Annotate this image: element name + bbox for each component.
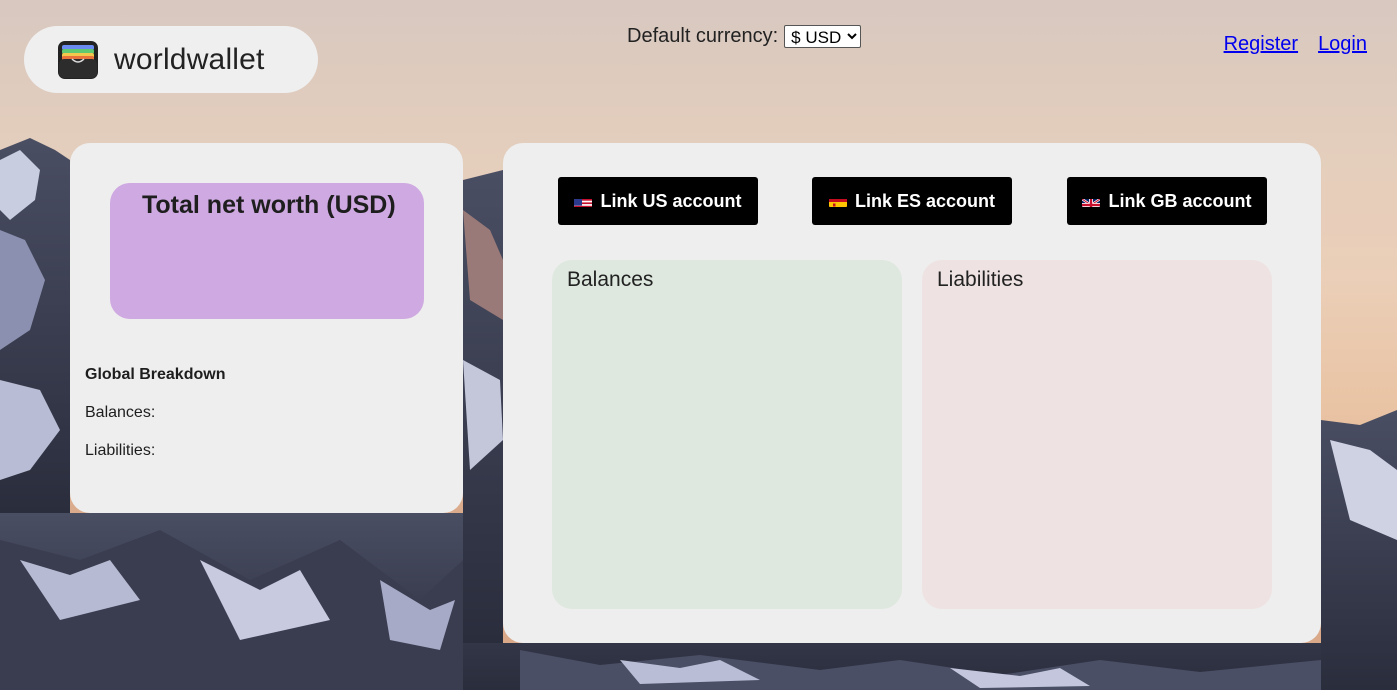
login-link[interactable]: Login	[1318, 33, 1367, 56]
breakdown-heading: Global Breakdown	[85, 366, 226, 383]
summary-card: Total net worth (USD) Global Breakdown B…	[70, 143, 463, 513]
liabilities-title: Liabilities	[937, 268, 1024, 291]
link-gb-account-label: Link GB account	[1108, 190, 1252, 211]
currency-label: Default currency:	[627, 25, 779, 47]
net-worth-title: Total net worth (USD)	[142, 191, 396, 219]
link-es-account-label: Link ES account	[854, 190, 996, 211]
wallet-icon	[58, 40, 98, 79]
link-us-account-label: Link US account	[600, 190, 742, 211]
link-us-account-button[interactable]: Link US account	[558, 177, 758, 225]
breakdown-liabilities: Liabilities:	[85, 442, 156, 459]
liabilities-panel: Liabilities	[922, 260, 1272, 609]
breakdown-balances: Balances:	[85, 404, 156, 421]
brand-name: worldwallet	[114, 42, 265, 76]
currency-selector-group: Default currency: $ USD	[627, 25, 862, 48]
es-flag-icon	[828, 195, 847, 207]
balances-panel: Balances	[552, 260, 902, 609]
link-gb-account-button[interactable]: Link GB account	[1067, 177, 1267, 225]
us-flag-icon	[574, 195, 593, 207]
balances-title: Balances	[567, 268, 654, 291]
global-breakdown: Global Breakdown Balances: Liabilities:	[85, 366, 225, 480]
gb-flag-icon	[1082, 195, 1101, 207]
brand-logo[interactable]: worldwallet	[24, 26, 318, 93]
auth-links: Register Login	[1224, 33, 1367, 56]
link-es-account-button[interactable]: Link ES account	[812, 177, 1012, 225]
register-link[interactable]: Register	[1224, 33, 1298, 56]
currency-select[interactable]: $ USD	[784, 25, 862, 48]
net-worth-box: Total net worth (USD)	[110, 183, 424, 319]
accounts-card: Link US account Link ES account Link GB …	[503, 143, 1321, 643]
